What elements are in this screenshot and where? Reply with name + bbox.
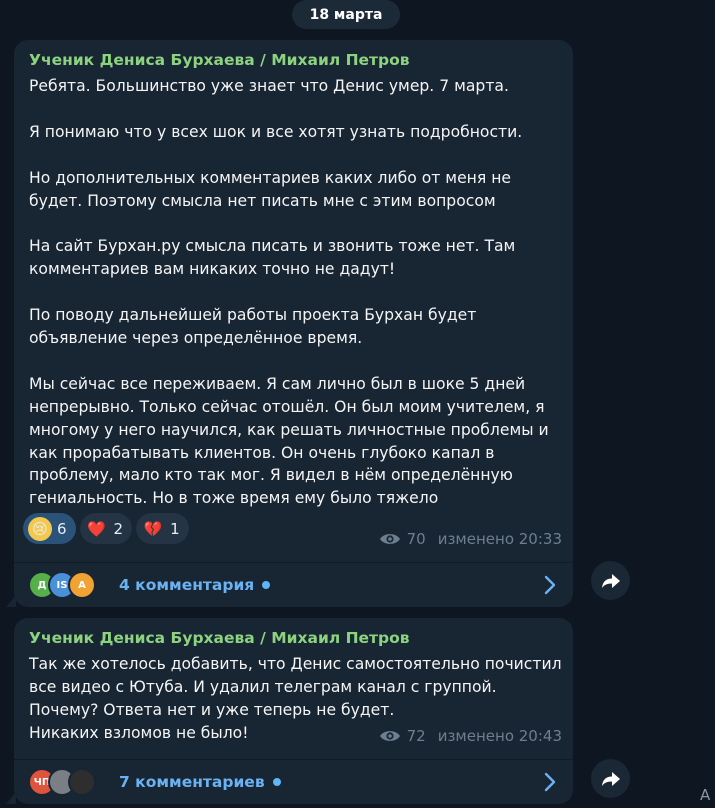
comments-label[interactable]: 7 комментариев [119, 773, 281, 791]
message-text: Ребята. Большинство уже знает что Денис … [29, 77, 549, 508]
comments-count-text: 7 комментариев [119, 773, 265, 791]
share-button[interactable] [591, 759, 630, 798]
unread-dot-icon [262, 581, 271, 589]
heart-icon: ❤️ [87, 519, 106, 538]
commenter-avatars: Д IS А [28, 571, 96, 599]
reaction-heart[interactable]: ❤️ 2 [79, 513, 133, 544]
avatar: А [68, 571, 96, 599]
message-author[interactable]: Ученик Дениса Бурхаева / Михаил Петров [29, 629, 410, 647]
message-author[interactable]: Ученик Дениса Бурхаева / Михаил Петров [29, 51, 410, 69]
views-count: 72 [406, 727, 426, 745]
date-separator: 18 марта [292, 0, 400, 29]
share-button[interactable] [591, 561, 630, 600]
message-bubble[interactable]: Ученик Дениса Бурхаева / Михаил Петров Р… [6, 40, 573, 607]
edge-glyph: A [700, 786, 711, 804]
share-arrow-icon [601, 771, 620, 786]
commenter-avatars: ЧП [28, 768, 96, 796]
reaction-count: 2 [113, 519, 124, 538]
broken-heart-icon: 💔 [143, 519, 163, 538]
message-meta: 70 изменено 20:33 [379, 530, 562, 548]
views-count: 70 [406, 530, 426, 548]
message-bubble[interactable]: Ученик Дениса Бурхаева / Михаил Петров Т… [6, 618, 573, 804]
avatar [68, 768, 96, 796]
eye-icon [379, 731, 400, 741]
chevron-right-icon[interactable] [543, 575, 557, 595]
reaction-count: 1 [170, 519, 180, 538]
comments-button[interactable]: ЧП 7 комментариев [14, 760, 573, 804]
comments-count-text: 4 комментария [119, 576, 255, 594]
chevron-right-icon[interactable] [543, 772, 557, 792]
reaction-count: 6 [57, 519, 67, 538]
edited-time: изменено 20:43 [437, 727, 562, 745]
share-arrow-icon [601, 573, 620, 588]
reactions-bar: 😢 6 ❤️ 2 💔 1 [23, 513, 189, 544]
unread-dot-icon [272, 778, 281, 786]
crying-face-icon: 😢 [28, 516, 52, 541]
comments-button[interactable]: Д IS А 4 комментария [14, 563, 573, 607]
message-meta: 72 изменено 20:43 [379, 727, 562, 745]
eye-icon [379, 534, 400, 544]
comments-label[interactable]: 4 комментария [119, 576, 271, 594]
reaction-crying[interactable]: 😢 6 [23, 513, 76, 544]
reaction-broken-heart[interactable]: 💔 1 [136, 513, 189, 544]
edited-time: изменено 20:33 [437, 530, 562, 548]
